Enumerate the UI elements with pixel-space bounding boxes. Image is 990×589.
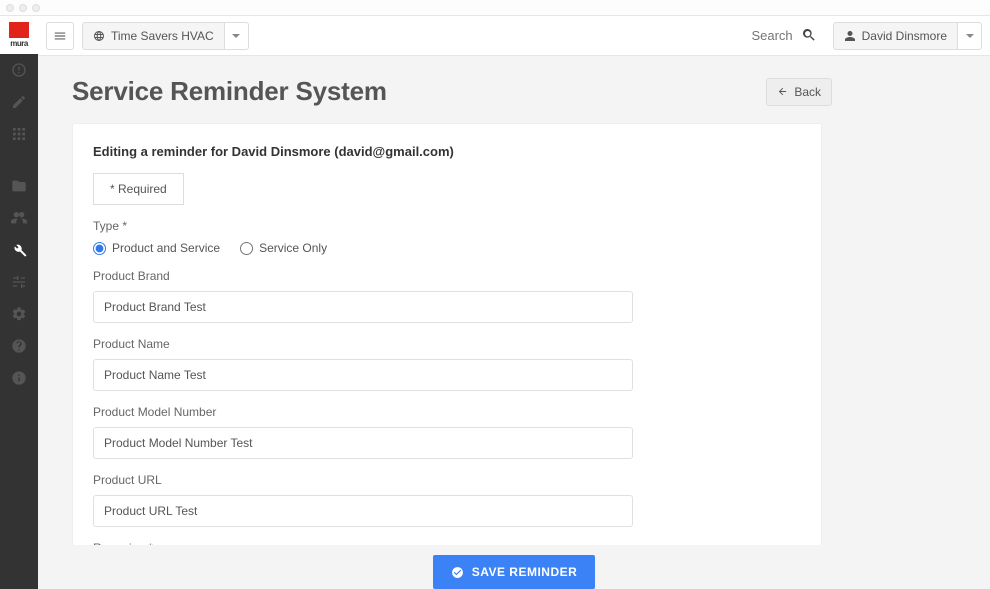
traffic-minimize-icon[interactable] xyxy=(19,4,27,12)
site-selector-dropdown[interactable] xyxy=(225,22,249,50)
type-radio-service[interactable] xyxy=(240,242,253,255)
required-note: * Required xyxy=(93,173,184,205)
sidebar-item-users[interactable] xyxy=(0,202,38,234)
topbar: Time Savers HVAC David Dinsmore xyxy=(38,16,990,56)
app-logo[interactable]: mura xyxy=(0,16,38,54)
sidebar-item-files[interactable] xyxy=(0,170,38,202)
save-reminder-button[interactable]: SAVE REMINDER xyxy=(433,555,596,589)
brand-label: Product Brand xyxy=(93,269,801,283)
content-area: Service Reminder System Back Editing a r… xyxy=(38,56,990,589)
chevron-down-icon xyxy=(232,34,240,38)
sidebar-item-sliders[interactable] xyxy=(0,266,38,298)
logo-text: mura xyxy=(10,39,28,48)
check-circle-icon xyxy=(451,566,464,579)
search-icon[interactable] xyxy=(801,27,817,43)
url-label: Product URL xyxy=(93,473,801,487)
type-radio-prodserv[interactable] xyxy=(93,242,106,255)
global-search xyxy=(673,27,825,44)
form-heading: Editing a reminder for David Dinsmore (d… xyxy=(93,144,801,159)
model-label: Product Model Number xyxy=(93,405,801,419)
gears-icon xyxy=(11,306,27,322)
save-label: SAVE REMINDER xyxy=(472,565,578,579)
logo-icon xyxy=(9,22,29,38)
form-panel: Editing a reminder for David Dinsmore (d… xyxy=(72,123,822,548)
sidebar-item-help[interactable] xyxy=(0,330,38,362)
dashboard-icon xyxy=(11,62,27,78)
chevron-down-icon xyxy=(966,34,974,38)
user-icon xyxy=(844,30,856,42)
product-model-input[interactable] xyxy=(93,427,633,459)
bars-icon xyxy=(53,29,67,43)
sidebar-item-info[interactable] xyxy=(0,362,38,394)
back-label: Back xyxy=(794,85,821,99)
search-input[interactable] xyxy=(673,28,793,43)
type-option-service-only[interactable]: Service Only xyxy=(240,241,327,255)
user-name: David Dinsmore xyxy=(862,29,947,43)
globe-icon xyxy=(93,30,105,42)
site-selector-button[interactable]: Time Savers HVAC xyxy=(82,22,225,50)
traffic-zoom-icon[interactable] xyxy=(32,4,40,12)
user-menu-button[interactable]: David Dinsmore xyxy=(833,22,958,50)
type-radio-prodserv-label: Product and Service xyxy=(112,241,220,255)
sidebar-item-edit[interactable] xyxy=(0,86,38,118)
folder-open-icon xyxy=(11,178,27,194)
product-name-input[interactable] xyxy=(93,359,633,391)
user-menu-dropdown[interactable] xyxy=(958,22,982,50)
save-bar: SAVE REMINDER xyxy=(38,545,990,589)
type-radio-service-label: Service Only xyxy=(259,241,327,255)
type-radio-group: Product and Service Service Only xyxy=(93,241,801,255)
site-name: Time Savers HVAC xyxy=(111,29,214,43)
users-icon xyxy=(11,210,27,226)
sidebar-item-tools[interactable] xyxy=(0,234,38,266)
help-icon xyxy=(11,338,27,354)
nav-toggle-button[interactable] xyxy=(46,22,74,50)
wrench-icon xyxy=(11,242,27,258)
traffic-close-icon[interactable] xyxy=(6,4,14,12)
sidebar-item-settings[interactable] xyxy=(0,298,38,330)
product-url-input[interactable] xyxy=(93,495,633,527)
back-button[interactable]: Back xyxy=(766,78,832,106)
sidebar-item-dashboard[interactable] xyxy=(0,54,38,86)
type-label: Type * xyxy=(93,219,801,233)
sidebar-item-modules[interactable] xyxy=(0,118,38,150)
modules-icon xyxy=(11,126,27,142)
type-option-product-and-service[interactable]: Product and Service xyxy=(93,241,220,255)
edit-icon xyxy=(11,94,27,110)
page-title: Service Reminder System xyxy=(72,76,387,107)
product-brand-input[interactable] xyxy=(93,291,633,323)
window-chrome xyxy=(0,0,990,16)
name-label: Product Name xyxy=(93,337,801,351)
arrow-left-icon xyxy=(777,86,788,97)
info-icon xyxy=(11,370,27,386)
sidebar: mura xyxy=(0,16,38,589)
user-menu: David Dinsmore xyxy=(833,22,982,50)
site-selector: Time Savers HVAC xyxy=(82,22,249,50)
sliders-icon xyxy=(11,274,27,290)
